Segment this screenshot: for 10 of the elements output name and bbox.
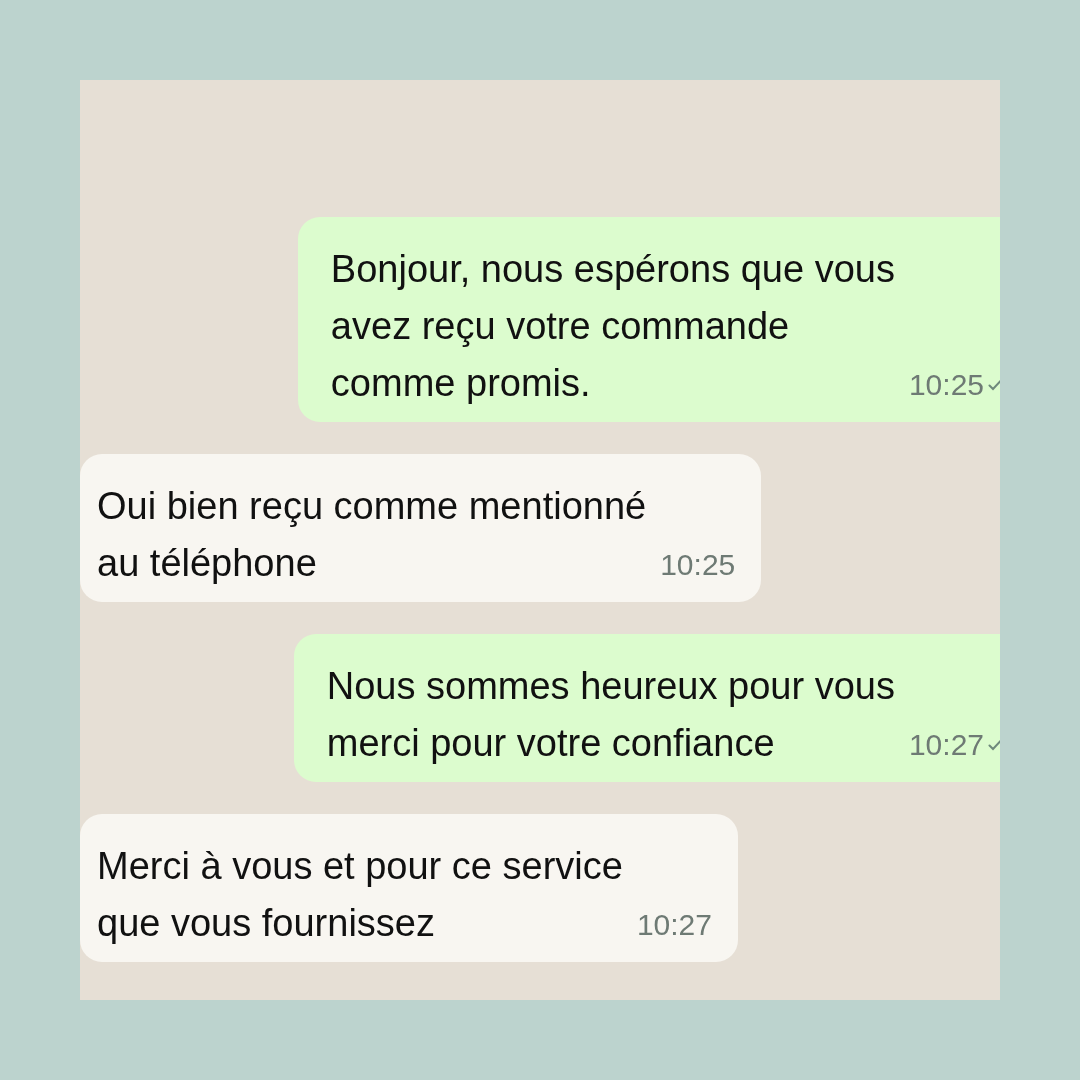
message-text: Merci à vous et pour ce service que vous fournissez bbox=[97, 844, 623, 946]
check-icon bbox=[988, 739, 1000, 751]
message-text: Oui bien reçu comme mentionné au téléphone bbox=[97, 484, 647, 586]
message-time: 10:25 bbox=[660, 547, 736, 583]
check-icon bbox=[988, 379, 1000, 391]
message-text: Bonjour, nous espérons que vous avez reçu votre commande comme promis. bbox=[330, 247, 895, 406]
message-time: 10:27 bbox=[908, 727, 984, 763]
message-time: 10:25 bbox=[908, 367, 984, 403]
message-text: Nous sommes heureux pour vous merci pour votre confiance bbox=[326, 664, 895, 766]
message-time: 10:27 bbox=[636, 907, 712, 943]
